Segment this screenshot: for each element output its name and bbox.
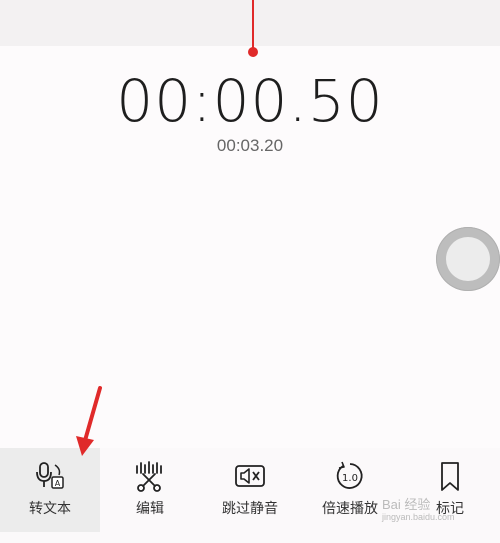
playback-speed-icon: 1.0 [336, 461, 363, 489]
floating-ball-inner [446, 237, 490, 281]
skip-silence-icon [235, 465, 265, 487]
watermark-text: Bai 经验 [382, 497, 431, 512]
speech-to-text-button[interactable]: A 转文本 [0, 448, 100, 532]
transcribe-badge: A [55, 479, 61, 488]
speech-to-text-label: 转文本 [29, 500, 71, 516]
speech-to-text-icon: A [36, 462, 64, 489]
skip-silence-button[interactable]: 跳过静音 [200, 448, 300, 532]
watermark-url: jingyan.baidu.com [382, 512, 455, 522]
edit-label: 编辑 [136, 500, 164, 516]
edit-button[interactable]: 编辑 [100, 448, 200, 532]
speed-badge: 1.0 [342, 473, 358, 484]
playhead-handle[interactable] [248, 47, 258, 57]
playhead-line[interactable] [252, 0, 254, 50]
waveform-strip[interactable] [0, 0, 500, 46]
edit-scissors-icon [136, 461, 162, 492]
current-time: 00:00.50 [116, 67, 384, 135]
bookmark-icon [441, 462, 459, 491]
floating-assistive-ball[interactable] [436, 227, 500, 291]
total-duration: 00:03.20 [216, 136, 284, 155]
annotation-arrow [76, 386, 102, 456]
skip-silence-label: 跳过静音 [222, 500, 278, 516]
